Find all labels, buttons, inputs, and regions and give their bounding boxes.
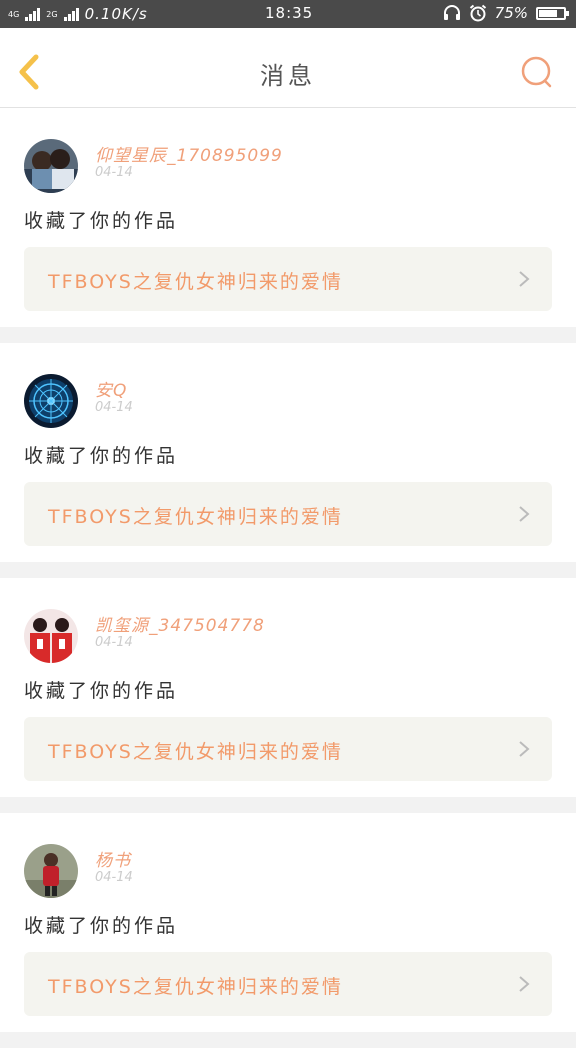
action-text: 收藏了你的作品 [24, 210, 179, 232]
status-right: 75% [443, 4, 569, 22]
chevron-right-icon [519, 741, 530, 757]
work-title: TFBOYS之复仇女神归来的爱情 [48, 506, 343, 528]
network-label-left: 4G [8, 9, 20, 19]
action-text: 收藏了你的作品 [24, 915, 179, 937]
action-text: 收藏了你的作品 [24, 680, 179, 702]
avatar[interactable] [24, 844, 78, 898]
avatar[interactable] [24, 139, 78, 193]
chevron-right-icon [519, 271, 530, 287]
message-list: 仰望星辰_170895099 04-14 收藏了你的作品 TFBOYS之复仇女神… [0, 108, 576, 1048]
avatar-photo-child-icon [24, 844, 78, 898]
message-date: 04-14 [95, 870, 133, 885]
work-title: TFBOYS之复仇女神归来的爱情 [48, 976, 343, 998]
status-left: 4G 2G 0.10K/s [8, 5, 148, 23]
avatar[interactable] [24, 374, 78, 428]
alarm-icon [469, 4, 486, 22]
status-bar: 4G 2G 0.10K/s 18:35 75% [0, 0, 576, 28]
battery-percent: 75% [494, 4, 528, 22]
message-card: 安Q 04-14 收藏了你的作品 TFBOYS之复仇女神归来的爱情 [0, 343, 576, 562]
signal-icon-2 [63, 7, 79, 21]
search-icon[interactable] [520, 55, 554, 89]
battery-icon [536, 6, 569, 20]
avatar-zodiac-wheel-icon [24, 374, 78, 428]
work-link[interactable]: TFBOYS之复仇女神归来的爱情 [24, 482, 552, 546]
username[interactable]: 仰望星辰_170895099 [95, 141, 283, 166]
network-speed: 0.10K/s [84, 5, 148, 23]
work-link[interactable]: TFBOYS之复仇女神归来的爱情 [24, 952, 552, 1016]
message-card: 杨书 04-14 收藏了你的作品 TFBOYS之复仇女神归来的爱情 [0, 813, 576, 1032]
work-link[interactable]: TFBOYS之复仇女神归来的爱情 [24, 717, 552, 781]
chevron-right-icon [519, 506, 530, 522]
message-card: 仰望星辰_170895099 04-14 收藏了你的作品 TFBOYS之复仇女神… [0, 108, 576, 327]
work-title: TFBOYS之复仇女神归来的爱情 [48, 741, 343, 763]
network-labels: 4G [8, 10, 19, 19]
status-time: 18:35 [265, 4, 314, 22]
page-title: 消息 [260, 62, 316, 90]
headphones-icon [443, 5, 460, 20]
battery-fill [539, 9, 557, 17]
username[interactable]: 杨书 [95, 846, 131, 871]
network-label-2g: 2G [46, 9, 58, 19]
nav-bar: 消息 [0, 28, 576, 108]
username[interactable]: 安Q [95, 376, 127, 401]
chevron-right-icon [519, 976, 530, 992]
message-date: 04-14 [95, 635, 133, 650]
work-title: TFBOYS之复仇女神归来的爱情 [48, 271, 343, 293]
avatar-photo-red-outfits-icon [24, 609, 78, 663]
avatar-photo-couple-icon [24, 139, 78, 193]
username[interactable]: 凯玺源_347504778 [95, 611, 265, 636]
message-date: 04-14 [95, 400, 133, 415]
message-date: 04-14 [95, 165, 133, 180]
signal-icon [25, 7, 41, 21]
action-text: 收藏了你的作品 [24, 445, 179, 467]
message-card: 凯玺源_347504778 04-14 收藏了你的作品 TFBOYS之复仇女神归… [0, 578, 576, 797]
avatar[interactable] [24, 609, 78, 663]
work-link[interactable]: TFBOYS之复仇女神归来的爱情 [24, 247, 552, 311]
